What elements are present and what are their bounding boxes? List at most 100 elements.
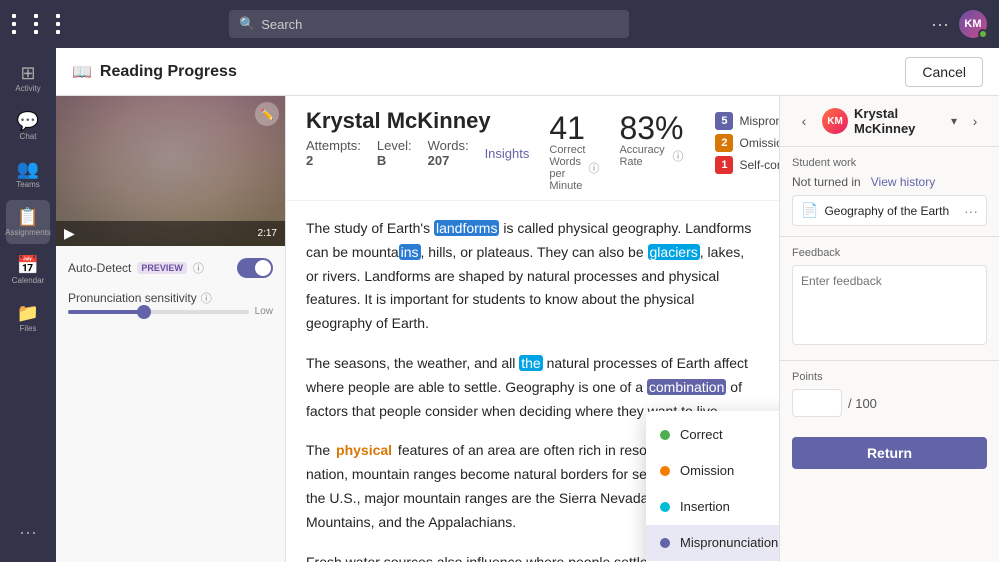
- accuracy-info-icon[interactable]: ⓘ: [672, 148, 683, 164]
- self-corrections-label: Self-corrections: [739, 158, 779, 172]
- top-bar-right: ··· KM: [931, 10, 987, 38]
- avatar[interactable]: KM: [959, 10, 987, 38]
- word-combination[interactable]: combination: [647, 379, 727, 395]
- student-work-section: Student work Not turned in View history …: [780, 147, 999, 237]
- insights-link[interactable]: Insights: [485, 146, 530, 161]
- avatar-status-badge: [978, 29, 988, 39]
- sidebar-item-chat[interactable]: 💬 Chat: [6, 104, 50, 148]
- video-edit-button[interactable]: ✏️: [255, 102, 279, 126]
- menu-label-insertion: Insertion: [680, 496, 730, 518]
- auto-detect-row: Auto-Detect PREVIEW ⓘ: [68, 258, 273, 278]
- stats-row: 41 Correct Words per Minute ⓘ 83% Accura…: [549, 112, 779, 192]
- accuracy-label: Accuracy Rate ⓘ: [619, 144, 683, 168]
- right-panel-header: ‹ KM Krystal McKinney ▾ ›: [780, 96, 999, 147]
- points-row: / 100: [792, 389, 987, 417]
- top-bar: 🔍 Search ··· KM: [0, 0, 999, 48]
- panel-controls: Auto-Detect PREVIEW ⓘ Pronunciation sens…: [56, 246, 285, 329]
- attempts-label: Attempts: 2: [306, 138, 361, 168]
- next-student-button[interactable]: ›: [963, 109, 987, 133]
- menu-item-insertion[interactable]: Insertion: [646, 489, 779, 525]
- student-work-status: Not turned in View history: [792, 175, 987, 189]
- prev-student-button[interactable]: ‹: [792, 109, 816, 133]
- feedback-section: Feedback: [780, 237, 999, 361]
- menu-item-correct[interactable]: Correct: [646, 417, 779, 453]
- auto-detect-info-icon[interactable]: ⓘ: [193, 260, 204, 276]
- word-physical[interactable]: physical: [334, 442, 394, 458]
- sensitivity-slider-container: Low: [68, 306, 273, 317]
- points-label: Points: [792, 371, 987, 383]
- correct-dot: [660, 430, 670, 440]
- sensitivity-text: Pronunciation sensitivity: [68, 291, 197, 305]
- reading-area: Krystal McKinney Attempts: 2 Level: B: [286, 96, 779, 562]
- omission-dot: [660, 466, 670, 476]
- menu-label-correct: Correct: [680, 424, 723, 446]
- left-panel: ✏️ ▶ 2:17 Auto-Detect PREVIEW ⓘ: [56, 96, 286, 562]
- auto-detect-toggle[interactable]: [237, 258, 273, 278]
- points-input[interactable]: [792, 389, 842, 417]
- content-area: 📖 Reading Progress Cancel ✏️ ▶ 2:17: [56, 48, 999, 562]
- assignment-name: Geography of the Earth: [824, 204, 958, 218]
- error-categories: 5 Mispronunciations 2 Omissions 1 Self-c…: [715, 112, 779, 192]
- sidebar-item-calendar[interactable]: 📅 Calendar: [6, 248, 50, 292]
- assignment-item[interactable]: 📄 Geography of the Earth ···: [792, 195, 987, 226]
- body-split: ✏️ ▶ 2:17 Auto-Detect PREVIEW ⓘ: [56, 96, 999, 562]
- view-history-link[interactable]: View history: [871, 175, 935, 189]
- chat-icon: 💬: [17, 112, 39, 130]
- word-glaciers[interactable]: glaciers: [648, 244, 700, 260]
- right-panel: ‹ KM Krystal McKinney ▾ › Student work N…: [779, 96, 999, 562]
- sidebar-label-files: Files: [20, 324, 37, 333]
- cwpm-label: Correct Words per Minute ⓘ: [549, 144, 599, 192]
- mispronunciations-label: Mispronunciations: [739, 114, 779, 128]
- word-the[interactable]: the: [519, 355, 542, 371]
- sensitivity-slider[interactable]: [68, 310, 249, 314]
- student-dropdown-button[interactable]: ▾: [951, 114, 957, 128]
- cwpm-stat: 41 Correct Words per Minute ⓘ: [549, 112, 599, 192]
- sidebar-item-activity[interactable]: ⊞ Activity: [6, 56, 50, 100]
- more-options-button[interactable]: ···: [931, 14, 949, 35]
- assignment-more-button[interactable]: ···: [964, 203, 978, 219]
- accuracy-stat: 83% Accuracy Rate ⓘ: [619, 112, 683, 192]
- header-bar: 📖 Reading Progress Cancel: [56, 48, 999, 96]
- attempts-value: 2: [306, 153, 313, 168]
- omissions-badge: 2: [715, 134, 733, 152]
- omissions-item: 2 Omissions: [715, 134, 779, 152]
- calendar-icon: 📅: [17, 256, 39, 274]
- mispronunciations-badge: 5: [715, 112, 733, 130]
- preview-badge: PREVIEW: [137, 262, 187, 274]
- reading-text: The study of Earth's landforms is called…: [286, 201, 779, 562]
- words-label: Words: 207: [428, 138, 469, 168]
- menu-item-mispronunciation[interactable]: Mispronunciation: [646, 525, 779, 561]
- omissions-label: Omissions: [739, 136, 779, 150]
- teams-icon: 👥: [17, 160, 39, 178]
- video-time: 2:17: [258, 228, 277, 239]
- cwpm-info-icon[interactable]: ⓘ: [588, 160, 599, 176]
- play-button[interactable]: ▶: [64, 225, 75, 242]
- mispronunciations-item: 5 Mispronunciations: [715, 112, 779, 130]
- student-header: Krystal McKinney Attempts: 2 Level: B: [286, 96, 779, 201]
- sidebar-item-more[interactable]: ···: [6, 510, 50, 554]
- cancel-button[interactable]: Cancel: [905, 57, 983, 87]
- word-landforms[interactable]: landforms: [434, 220, 499, 236]
- feedback-label: Feedback: [792, 247, 987, 259]
- sidebar-item-assignments[interactable]: 📋 Assignments: [6, 200, 50, 244]
- mispronunciation-dot: [660, 538, 670, 548]
- student-info: Krystal McKinney Attempts: 2 Level: B: [306, 108, 529, 168]
- menu-label-omission: Omission: [680, 460, 734, 482]
- level-label: Level: B: [377, 138, 412, 168]
- assignment-icon: 📄: [801, 202, 818, 219]
- menu-item-omission[interactable]: Omission: [646, 453, 779, 489]
- return-button[interactable]: Return: [792, 437, 987, 469]
- points-section: Points / 100: [780, 361, 999, 427]
- sidebar-item-teams[interactable]: 👥 Teams: [6, 152, 50, 196]
- more-icon: ···: [19, 523, 37, 541]
- words-value: 207: [428, 153, 450, 168]
- student-name: Krystal McKinney: [306, 108, 529, 134]
- sensitivity-info-icon[interactable]: ⓘ: [201, 290, 212, 306]
- app-grid-icon[interactable]: [12, 14, 74, 34]
- feedback-input[interactable]: [792, 265, 987, 345]
- sidebar-item-files[interactable]: 📁 Files: [6, 296, 50, 340]
- menu-label-mispronunciation: Mispronunciation: [680, 532, 778, 554]
- search-bar[interactable]: 🔍 Search: [229, 10, 629, 38]
- self-corrections-item: 1 Self-corrections: [715, 156, 779, 174]
- reading-progress-icon: 📖: [72, 62, 92, 82]
